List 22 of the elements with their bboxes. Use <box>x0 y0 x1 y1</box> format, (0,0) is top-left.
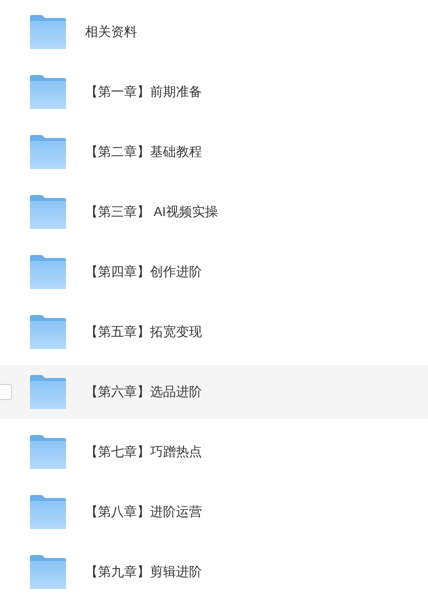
checkbox[interactable] <box>0 384 12 400</box>
folder-icon <box>30 15 66 49</box>
folder-name[interactable]: 【第二章】基础教程 <box>85 142 202 162</box>
folder-name[interactable]: 【第五章】拓宽变现 <box>85 322 202 342</box>
folder-icon <box>30 375 66 409</box>
folder-name[interactable]: 【第四章】创作进阶 <box>85 262 202 282</box>
row-highlight[interactable]: 【第六章】选品进阶 <box>0 365 428 419</box>
folder-name[interactable]: 【第九章】剪辑进阶 <box>85 562 202 582</box>
folder-name[interactable]: 【第六章】选品进阶 <box>85 382 202 402</box>
folder-icon <box>30 135 66 169</box>
folder-icon <box>30 435 66 469</box>
folder-name[interactable]: 【第三章】 AI视频实操 <box>85 202 218 222</box>
folder-name[interactable]: 【第一章】前期准备 <box>85 82 202 102</box>
folder-icon <box>30 255 66 289</box>
folder-name[interactable]: 【第七章】巧蹭热点 <box>85 442 202 462</box>
folder-icon <box>30 495 66 529</box>
folder-name[interactable]: 【第八章】进阶运营 <box>85 502 202 522</box>
folder-icon <box>30 195 66 229</box>
folder-icon <box>30 75 66 109</box>
folder-icon <box>30 315 66 349</box>
folder-icon <box>30 555 66 589</box>
folder-name[interactable]: 相关资料 <box>85 22 137 42</box>
